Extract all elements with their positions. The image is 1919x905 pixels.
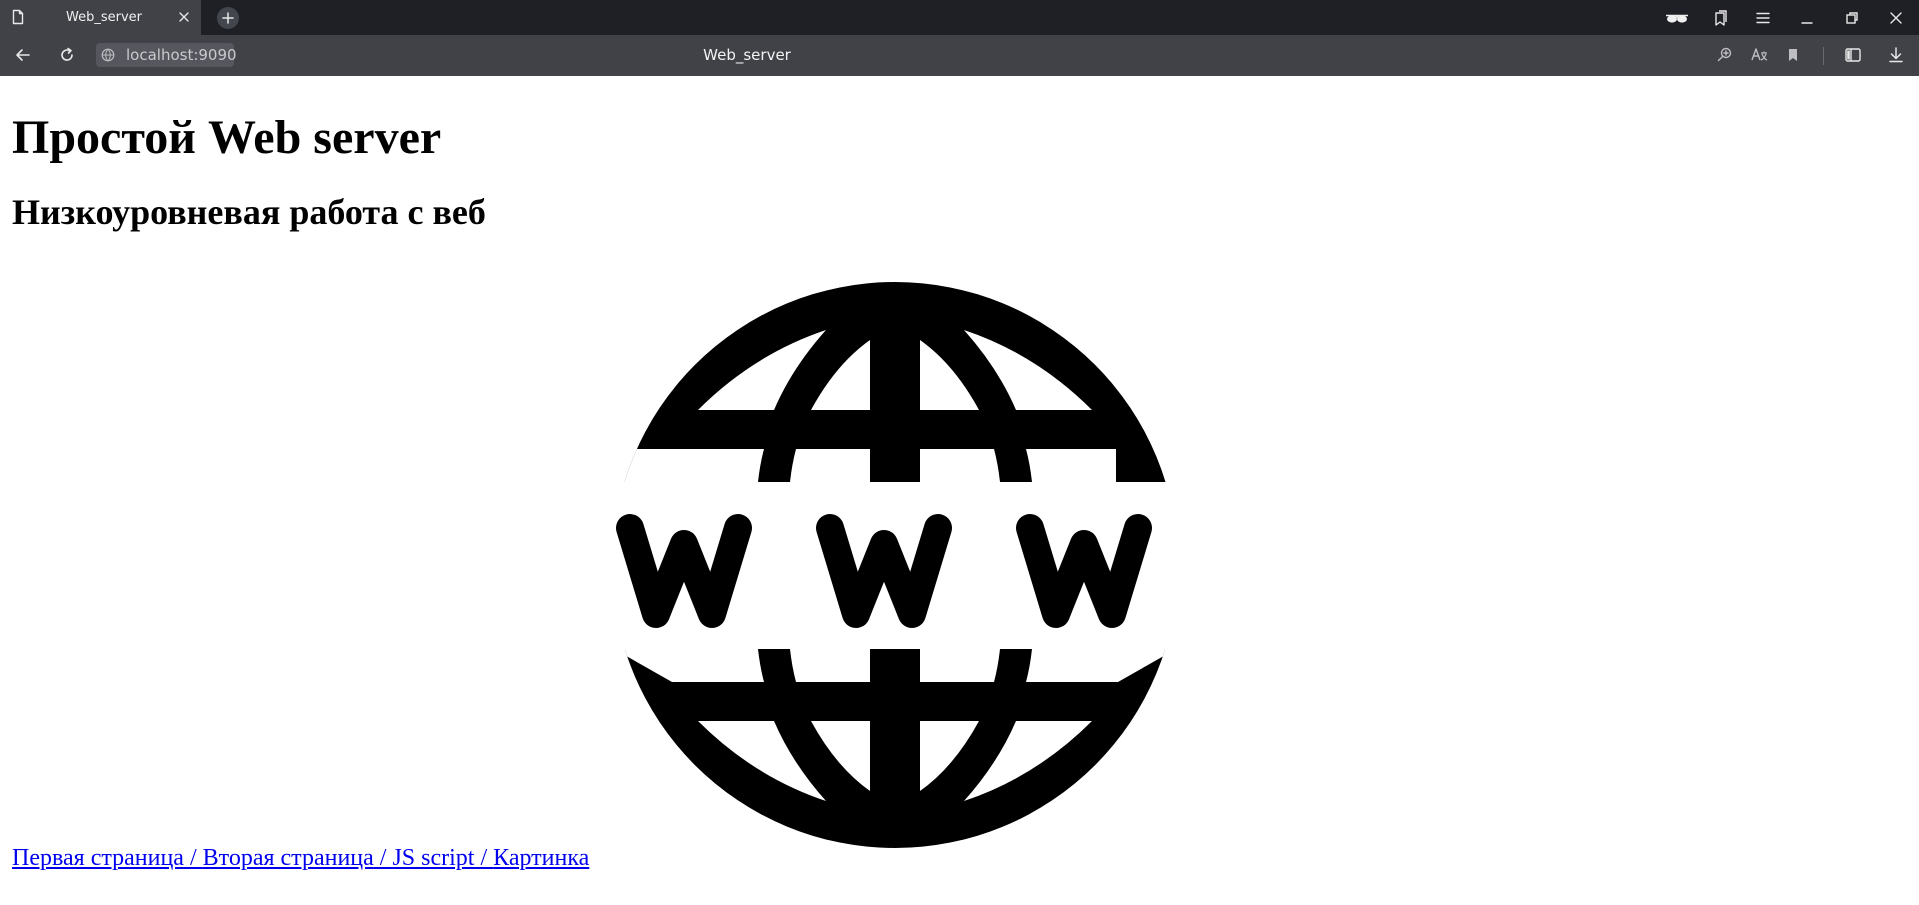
nav-link-second-page[interactable]: Вторая страница <box>203 845 374 871</box>
tab-active[interactable]: Web_server <box>0 0 201 35</box>
nav-link-picture[interactable]: Картинка <box>493 845 589 871</box>
menu-icon[interactable] <box>1753 8 1773 28</box>
nav-link-js-script[interactable]: JS script <box>392 845 474 871</box>
close-icon[interactable] <box>176 9 192 25</box>
sidebar-icon[interactable] <box>1843 45 1863 65</box>
translate-icon[interactable] <box>1749 45 1769 65</box>
toolbar-separator <box>1823 47 1824 65</box>
nav-link-first-page[interactable]: Первая страница <box>12 845 184 871</box>
page-content: Простой Web server Низкоуровневая работа… <box>0 76 1919 905</box>
www-globe-image <box>614 282 1176 848</box>
new-tab-button[interactable] <box>217 7 239 29</box>
page-nav: Первая страница / Вторая страница / JS s… <box>12 844 589 872</box>
tab-bar: Web_server <box>0 0 1919 35</box>
glasses-icon[interactable] <box>1665 8 1688 28</box>
restore-icon[interactable] <box>1842 8 1862 28</box>
nav-separator: / <box>373 845 393 871</box>
download-icon[interactable] <box>1886 45 1906 65</box>
page-icon <box>11 9 25 25</box>
page-title: Простой Web server <box>12 111 442 164</box>
page-subtitle: Низкоуровневая работа с веб <box>12 192 486 232</box>
www-globe-icon <box>614 282 1176 848</box>
navigation-toolbar: localhost:9090 Web_server <box>0 35 1919 76</box>
plus-icon <box>217 7 239 29</box>
tab-title: Web_server <box>66 10 142 25</box>
nav-separator: / <box>183 845 203 871</box>
close-icon[interactable] <box>1886 8 1906 28</box>
bookmark-icon[interactable] <box>1783 45 1803 65</box>
nav-separator: / <box>474 845 494 871</box>
zoom-icon[interactable] <box>1715 45 1735 65</box>
minimize-icon[interactable] <box>1797 8 1817 28</box>
bookmarks-icon[interactable] <box>1710 8 1730 28</box>
page-title-caption: Web_server <box>703 46 791 64</box>
